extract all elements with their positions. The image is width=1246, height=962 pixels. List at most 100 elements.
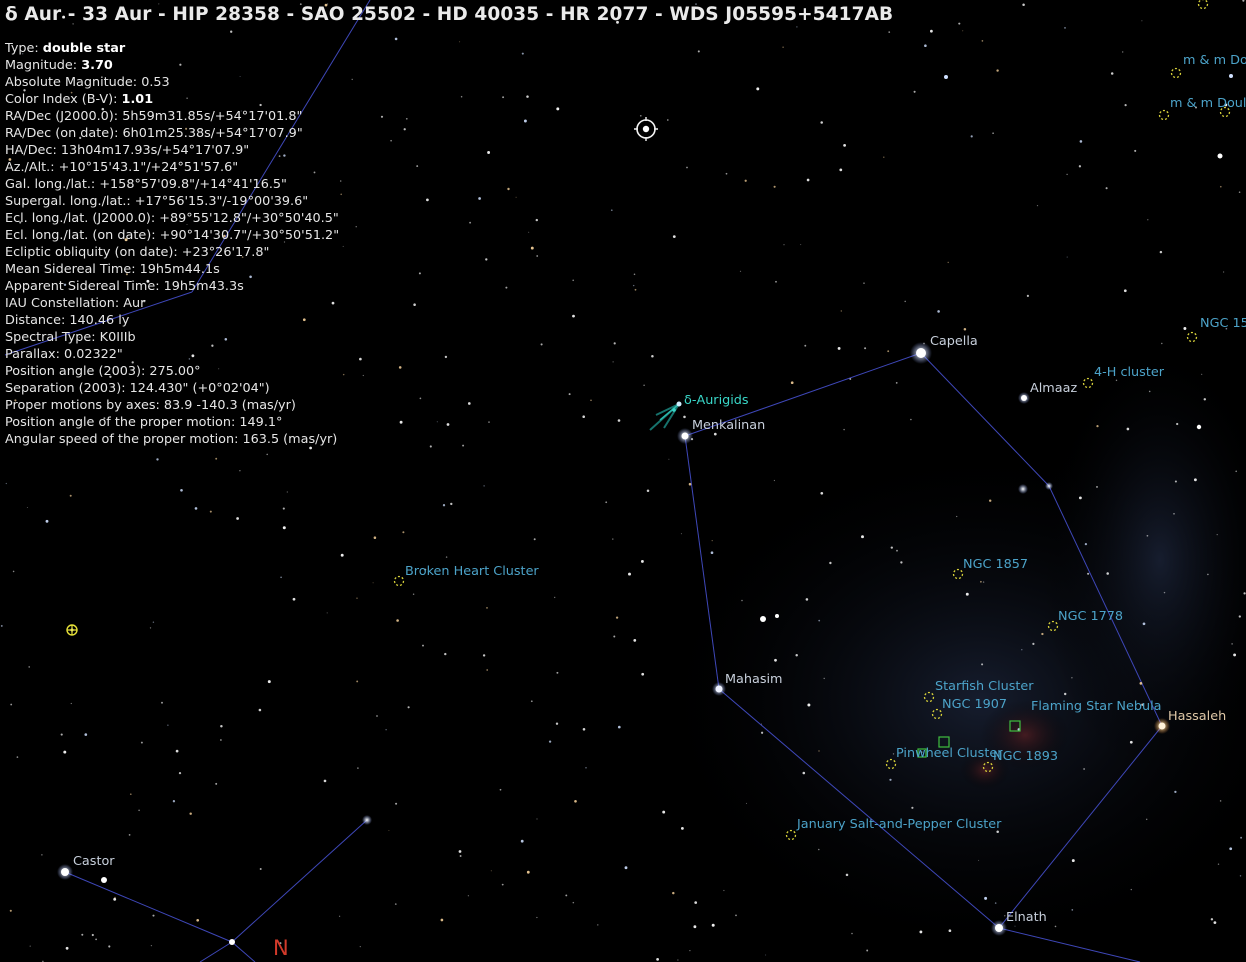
meteor-radiant-delta-aurigids[interactable] [649, 401, 682, 431]
faint-star [178, 771, 182, 775]
faint-star [1233, 653, 1237, 657]
faint-star [446, 423, 450, 426]
faint-star [820, 491, 824, 495]
faint-star [1222, 271, 1225, 273]
faint-star [994, 902, 997, 904]
faint-star [150, 944, 153, 947]
faint-star [711, 539, 713, 542]
star[interactable] [775, 614, 779, 618]
target-ring-icon[interactable] [634, 117, 658, 141]
star[interactable] [1018, 484, 1028, 494]
faint-star [1242, 0, 1245, 2]
faint-star [710, 551, 714, 555]
info-row: Spectral Type: K0IIIb [5, 329, 339, 346]
faint-star [1216, 533, 1218, 536]
info-label: HA/Dec: [5, 143, 61, 158]
faint-star [556, 107, 560, 111]
faint-star [1139, 682, 1143, 685]
star-castor-core [61, 868, 69, 876]
star[interactable] [760, 616, 766, 622]
info-value: +23°26'17.8" [181, 245, 270, 260]
cluster-marker-mm-double-1[interactable] [1170, 67, 1182, 79]
faint-star [883, 156, 885, 158]
cluster-marker-broken-heart[interactable] [393, 575, 405, 587]
faint-star [640, 559, 644, 563]
faint-star [641, 672, 645, 676]
faint-star [1134, 149, 1137, 152]
label-pinwheel-cluster: Pinwheel Cluster [896, 746, 1003, 761]
info-label: Parallax: [5, 347, 64, 362]
faint-star [913, 90, 916, 93]
star[interactable] [1196, 424, 1202, 430]
faint-star [861, 535, 864, 539]
faint-star [1129, 740, 1133, 744]
faint-star [818, 619, 821, 622]
faint-star [613, 635, 616, 638]
info-row: IAU Constellation: Aur [5, 295, 339, 312]
faint-star [773, 185, 776, 188]
faint-star [888, 31, 891, 33]
star[interactable] [1045, 482, 1053, 490]
faint-star [617, 419, 621, 422]
faint-star [697, 50, 700, 53]
faint-star [342, 373, 345, 376]
faint-star [963, 328, 967, 331]
faint-star [1207, 573, 1209, 576]
faint-star [590, 399, 592, 402]
faint-star [81, 933, 84, 936]
faint-star [634, 288, 637, 291]
faint-star [984, 896, 988, 900]
faint-star [526, 870, 530, 874]
info-value: 19h5m43.3s [163, 279, 244, 294]
cluster-marker[interactable] [1197, 0, 1209, 10]
faint-star [258, 708, 262, 712]
info-value: K0IIIb [99, 330, 136, 345]
faint-star [540, 343, 543, 346]
info-label: Proper motions by axes: [5, 398, 164, 413]
faint-star [1142, 622, 1146, 626]
info-value: 140.46 ly [69, 313, 130, 328]
faint-star [1145, 818, 1148, 821]
faint-star [711, 923, 715, 927]
faint-star [376, 715, 378, 717]
info-value: +17°56'15.3"/-19°00'39.6" [134, 194, 309, 209]
faint-star [129, 793, 132, 796]
faint-star [528, 231, 530, 233]
faint-star [1026, 294, 1030, 298]
faint-star [555, 722, 559, 725]
star[interactable] [362, 815, 372, 825]
faint-star [889, 778, 892, 781]
faint-star [362, 374, 364, 377]
planet-symbol-icon[interactable] [66, 624, 78, 636]
faint-star [615, 616, 619, 619]
star[interactable] [1217, 153, 1223, 159]
label-hassaleh: Hassaleh [1168, 709, 1226, 724]
faint-star [536, 916, 538, 919]
faint-star [426, 198, 429, 202]
faint-star [450, 502, 453, 506]
faint-star [520, 839, 524, 843]
label-mm-double-2: m & m Doul [1170, 96, 1246, 111]
faint-star [1036, 205, 1039, 207]
star[interactable] [944, 75, 948, 79]
label-mm-double-1: m & m Do [1183, 53, 1246, 68]
faint-star [399, 420, 403, 424]
info-row: Parallax: 0.02322" [5, 346, 339, 363]
cluster-marker-mm-double-2[interactable] [1158, 109, 1170, 121]
faint-star [1235, 470, 1237, 473]
label-flaming-star-nebula: Flaming Star Nebula [1031, 699, 1161, 714]
star[interactable] [101, 877, 107, 883]
star[interactable] [1229, 74, 1233, 78]
faint-star [930, 29, 933, 33]
faint-star [1176, 422, 1179, 426]
cluster-marker-ngc15[interactable] [1186, 331, 1198, 343]
faint-star [1079, 140, 1083, 143]
faint-star [535, 218, 538, 222]
faint-star [633, 273, 636, 276]
faint-star [1130, 888, 1132, 891]
faint-star [236, 517, 239, 520]
faint-star [756, 87, 760, 91]
info-row: HA/Dec: 13h04m17.93s/+54°17'07.9" [5, 142, 339, 159]
label-starfish-cluster: Starfish Cluster [935, 679, 1034, 694]
star[interactable] [229, 939, 235, 945]
